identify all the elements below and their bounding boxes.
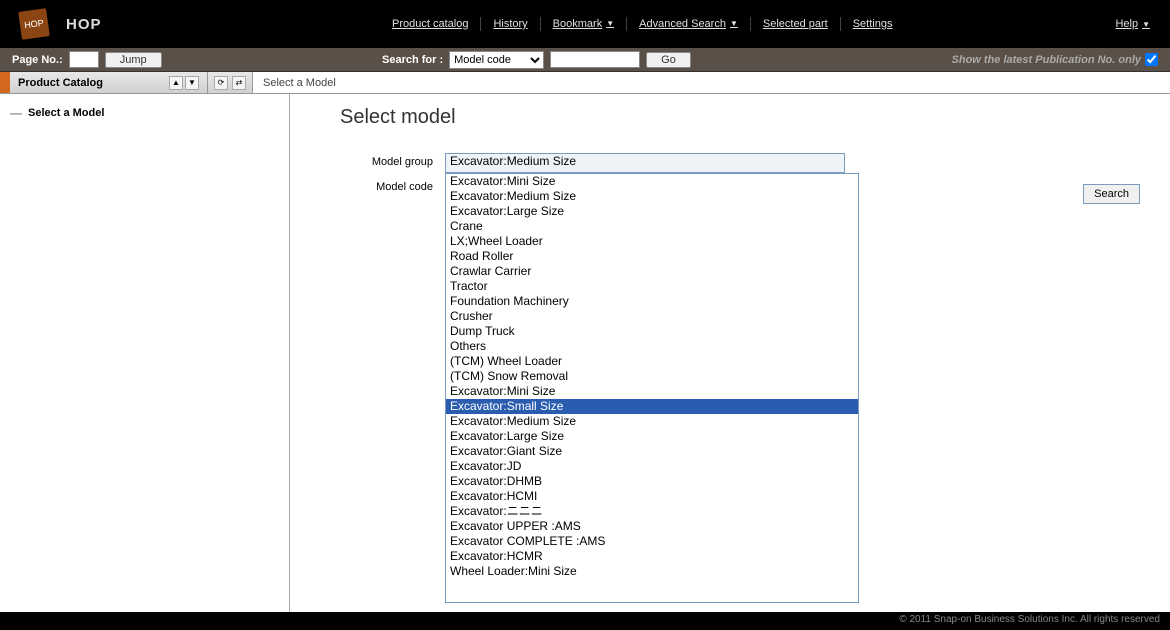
nav-product-catalog[interactable]: Product catalog <box>380 17 481 31</box>
nav-selected-part[interactable]: Selected part <box>751 17 841 31</box>
dropdown-option[interactable]: Excavator:Mini Size <box>446 174 858 189</box>
dropdown-option[interactable]: Excavator COMPLETE :AMS <box>446 534 858 549</box>
latest-pub-label: Show the latest Publication No. only <box>952 54 1141 66</box>
panel-header: Product Catalog ▲ ▼ <box>10 72 208 93</box>
page-no-group: Page No.: Jump <box>12 51 382 68</box>
model-group-dropdown-list[interactable]: Excavator:Mini SizeExcavator:Medium Size… <box>445 173 859 603</box>
breadcrumb: Select a Model <box>253 72 1170 93</box>
dropdown-option[interactable]: Tractor <box>446 279 858 294</box>
latest-pub-checkbox[interactable] <box>1145 53 1158 66</box>
refresh-icon[interactable]: ⟳ <box>214 76 228 90</box>
search-button[interactable]: Search <box>1083 184 1140 204</box>
latest-publication-toggle: Show the latest Publication No. only <box>952 53 1158 66</box>
top-nav: Product catalog History Bookmark▼ Advanc… <box>380 17 1115 31</box>
page-no-label: Page No.: <box>12 54 63 66</box>
panel-toolbar-icons: ⟳ ⇄ <box>208 72 253 93</box>
search-for-select[interactable]: Model code <box>449 51 544 69</box>
dropdown-option[interactable]: Excavator:ニニニ <box>446 504 858 519</box>
dropdown-option[interactable]: Excavator UPPER :AMS <box>446 519 858 534</box>
tree-marker-icon: — <box>10 106 22 120</box>
page-no-input[interactable] <box>69 51 99 68</box>
dropdown-option[interactable]: Excavator:Large Size <box>446 204 858 219</box>
sidebar: — Select a Model <box>0 94 290 612</box>
search-for-group: Search for : Model code Go <box>382 51 952 69</box>
tree-item-label: Select a Model <box>28 107 104 119</box>
dropdown-option[interactable]: LX;Wheel Loader <box>446 234 858 249</box>
dropdown-option[interactable]: Excavator:Medium Size <box>446 414 858 429</box>
search-for-input[interactable] <box>550 51 640 68</box>
dropdown-option[interactable]: Excavator:Mini Size <box>446 384 858 399</box>
nav-history[interactable]: History <box>481 17 540 31</box>
nav-settings[interactable]: Settings <box>841 17 905 31</box>
caret-down-icon: ▼ <box>606 17 614 31</box>
jump-button[interactable]: Jump <box>105 52 162 68</box>
model-code-row: Model code <box>340 178 445 193</box>
panel-up-icon[interactable]: ▲ <box>169 76 183 90</box>
dropdown-option[interactable]: Excavator:Medium Size <box>446 189 858 204</box>
model-group-select[interactable]: Excavator:Medium Size <box>445 153 845 173</box>
dropdown-option[interactable]: Foundation Machinery <box>446 294 858 309</box>
dropdown-option[interactable]: Crane <box>446 219 858 234</box>
dropdown-option[interactable]: Dump Truck <box>446 324 858 339</box>
nav-help[interactable]: Help▼ <box>1115 18 1150 30</box>
model-group-row: Model group Excavator:Medium Size Excava… <box>340 153 1140 603</box>
dropdown-option[interactable]: Excavator:HCMR <box>446 549 858 564</box>
swap-icon[interactable]: ⇄ <box>232 76 246 90</box>
app-title: HOP <box>66 16 102 33</box>
dropdown-option[interactable]: Excavator:Giant Size <box>446 444 858 459</box>
dropdown-option[interactable]: Crusher <box>446 309 858 324</box>
panel-down-icon[interactable]: ▼ <box>185 76 199 90</box>
dropdown-option[interactable]: Excavator:Large Size <box>446 429 858 444</box>
content-area: Select model Model group Excavator:Mediu… <box>290 94 1170 612</box>
caret-down-icon: ▼ <box>1142 20 1150 29</box>
sidebar-collapse-tab[interactable] <box>0 72 10 93</box>
model-code-label: Model code <box>340 178 445 193</box>
dropdown-option[interactable]: Others <box>446 339 858 354</box>
search-for-label: Search for : <box>382 54 443 66</box>
footer-copyright: © 2011 Snap-on Business Solutions Inc. A… <box>0 612 1170 630</box>
go-button[interactable]: Go <box>646 52 691 68</box>
tree-item-select-model[interactable]: — Select a Model <box>10 106 279 120</box>
top-bar: HOP HOP Product catalog History Bookmark… <box>0 0 1170 48</box>
panel-header-row: Product Catalog ▲ ▼ ⟳ ⇄ Select a Model <box>0 72 1170 94</box>
dropdown-option[interactable]: Excavator:DHMB <box>446 474 858 489</box>
dropdown-option[interactable]: Excavator:JD <box>446 459 858 474</box>
model-group-label: Model group <box>340 153 445 168</box>
secondary-toolbar: Page No.: Jump Search for : Model code G… <box>0 48 1170 72</box>
logo-block: HOP HOP <box>20 10 380 38</box>
nav-bookmark[interactable]: Bookmark▼ <box>541 17 627 31</box>
caret-down-icon: ▼ <box>730 17 738 31</box>
dropdown-option[interactable]: Excavator:HCMI <box>446 489 858 504</box>
dropdown-option[interactable]: Wheel Loader:Mini Size <box>446 564 858 579</box>
dropdown-option[interactable]: Road Roller <box>446 249 858 264</box>
panel-title: Product Catalog <box>18 77 103 89</box>
dropdown-option[interactable]: Excavator:Small Size <box>446 399 858 414</box>
main-area: — Select a Model Select model Model grou… <box>0 94 1170 612</box>
nav-advanced-search[interactable]: Advanced Search▼ <box>627 17 751 31</box>
dropdown-option[interactable]: (TCM) Snow Removal <box>446 369 858 384</box>
dropdown-option[interactable]: Crawlar Carrier <box>446 264 858 279</box>
dropdown-option[interactable]: (TCM) Wheel Loader <box>446 354 858 369</box>
app-logo-icon: HOP <box>18 8 50 40</box>
content-heading: Select model <box>340 106 1140 129</box>
